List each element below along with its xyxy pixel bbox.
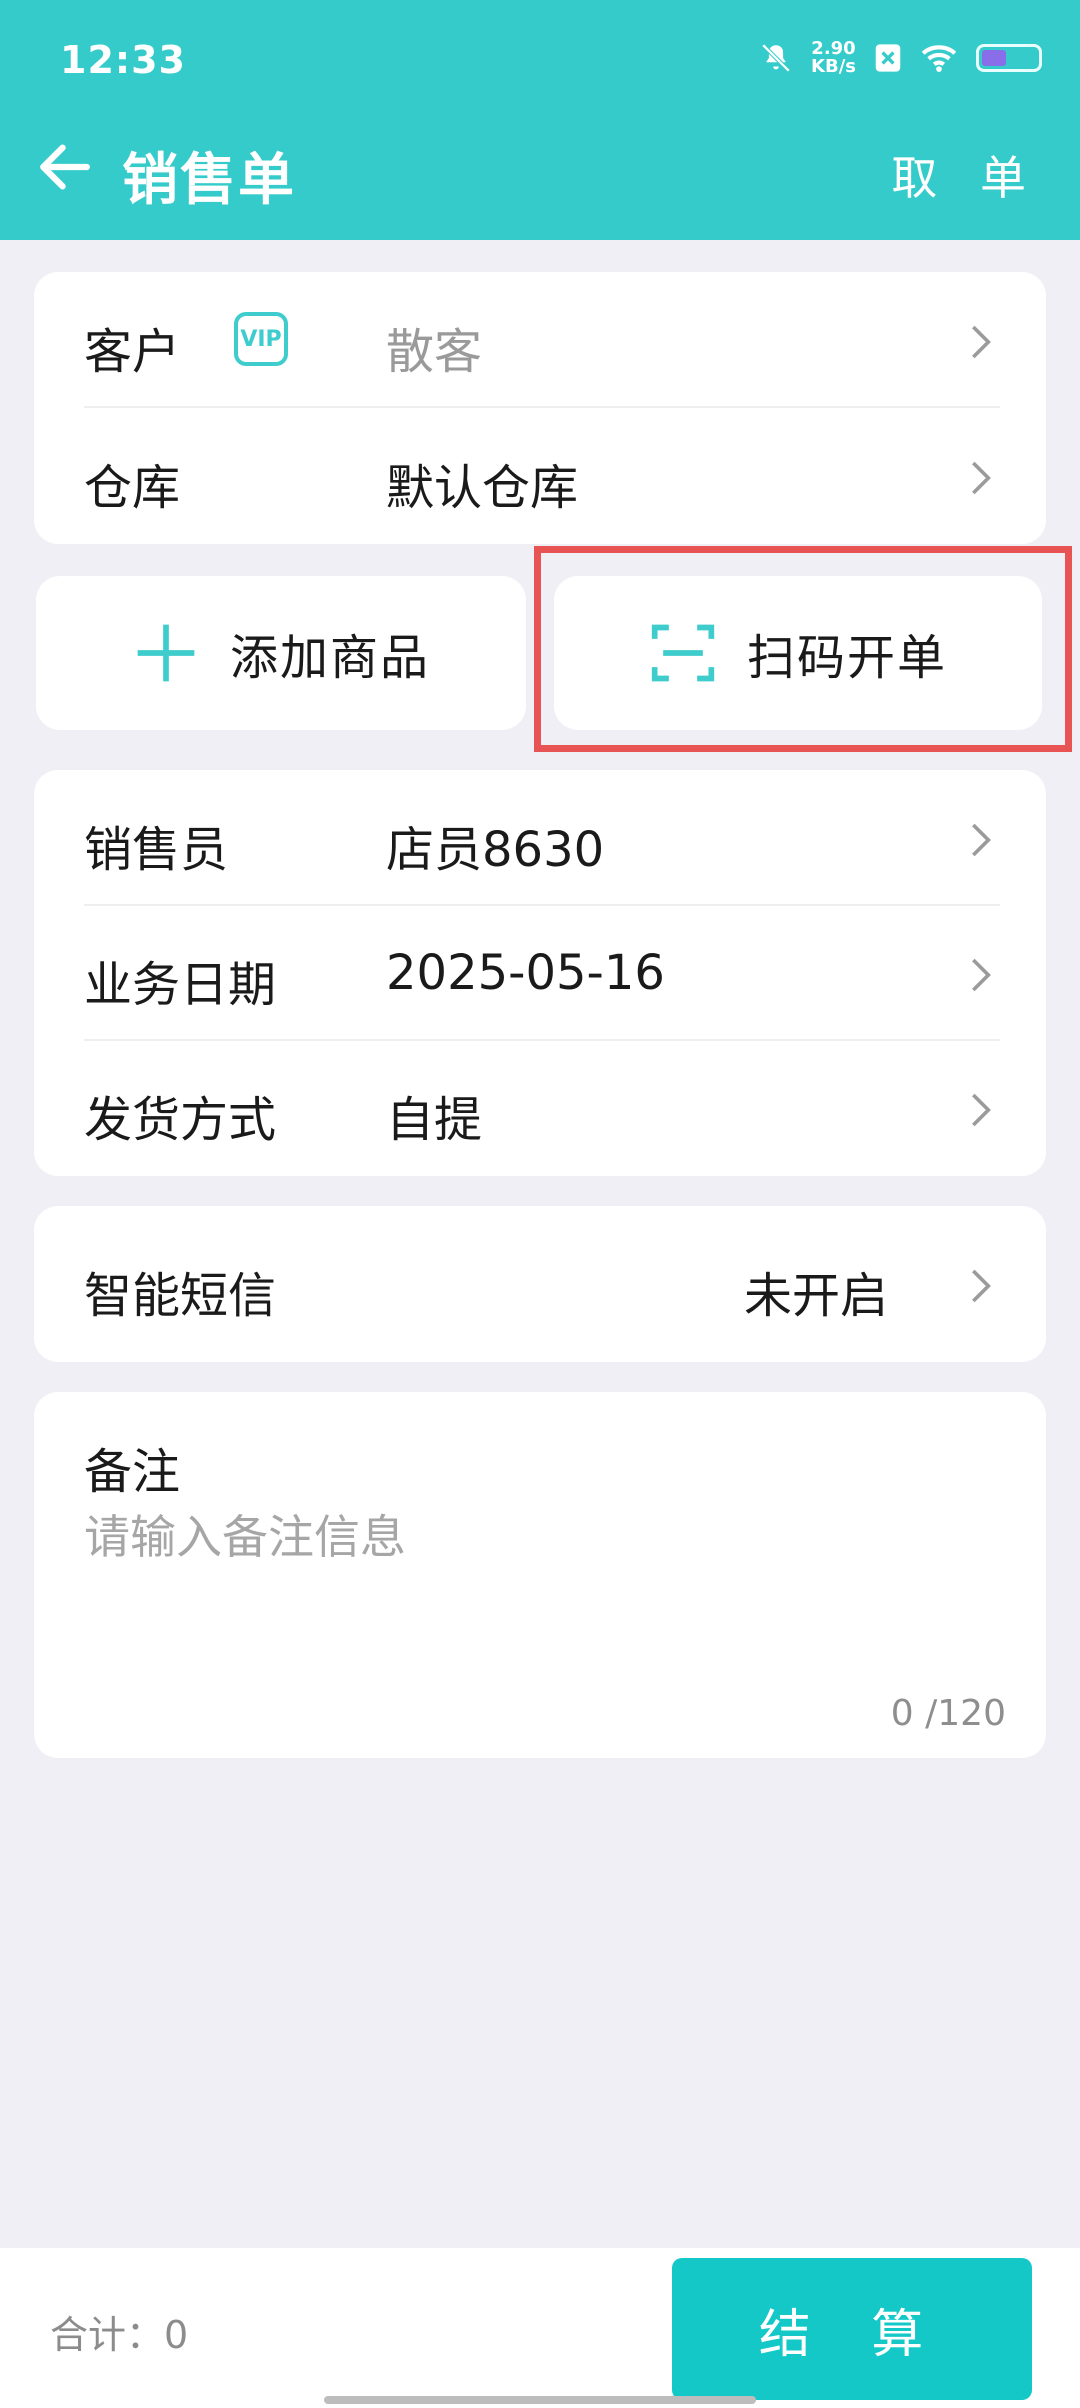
- battery-icon: [976, 44, 1042, 72]
- salesperson-label: 销售员: [84, 822, 229, 878]
- checkout-button[interactable]: 结 算: [672, 2258, 1032, 2400]
- chevron-right-icon: [972, 958, 991, 992]
- customer-label: 客户: [84, 324, 181, 380]
- status-icons: 2.90 KB/s: [759, 40, 1042, 76]
- date-value: 2025-05-16: [386, 945, 665, 1001]
- shipping-value: 自提: [386, 1092, 483, 1148]
- vip-icon[interactable]: VIP: [234, 312, 288, 366]
- shipping-row[interactable]: 发货方式 自提: [84, 1040, 1000, 1174]
- customer-row[interactable]: 客户 VIP 散客: [84, 272, 1000, 408]
- chevron-right-icon: [972, 325, 991, 359]
- sms-card[interactable]: 智能短信 未开启: [34, 1206, 1046, 1362]
- date-row[interactable]: 业务日期 2025-05-16: [84, 905, 1000, 1041]
- sms-label: 智能短信: [84, 1268, 277, 1324]
- cancel-order-button[interactable]: 取 单: [891, 142, 1040, 208]
- back-arrow-icon[interactable]: [36, 138, 94, 196]
- customer-value: 散客: [386, 324, 483, 380]
- highlight-box: [534, 546, 1072, 752]
- status-time: 12:33: [60, 38, 186, 82]
- remark-label: 备注: [84, 1444, 181, 1500]
- remark-card: 备注 0 /120: [34, 1392, 1046, 1758]
- chevron-right-icon: [972, 1269, 991, 1303]
- salesperson-row[interactable]: 销售员 店员8630: [84, 770, 1000, 906]
- net-speed: 2.90 KB/s: [811, 38, 856, 77]
- plus-icon: [137, 624, 195, 682]
- total-amount: 合计：0: [50, 2313, 189, 2357]
- app-header: 12:33 2.90 KB/s 销售单 取 单: [0, 0, 1080, 240]
- customer-card: 客户 VIP 散客 仓库 默认仓库: [34, 272, 1046, 544]
- warehouse-row[interactable]: 仓库 默认仓库: [84, 408, 1000, 542]
- sales-info-card: 销售员 店员8630 业务日期 2025-05-16 发货方式 自提: [34, 770, 1046, 1176]
- shipping-label: 发货方式: [84, 1092, 277, 1148]
- add-product-button[interactable]: 添加商品: [36, 576, 526, 730]
- bottom-bar: 合计：0 结 算: [0, 2248, 1080, 2408]
- chevron-right-icon: [972, 823, 991, 857]
- char-counter: 0 /120: [890, 1693, 1006, 1734]
- date-label: 业务日期: [84, 957, 277, 1013]
- page-title: 销售单: [122, 148, 296, 213]
- remark-input[interactable]: [84, 1510, 984, 1564]
- mute-bell-icon: [761, 43, 791, 73]
- chevron-right-icon: [972, 461, 991, 495]
- warehouse-value: 默认仓库: [386, 460, 579, 516]
- salesperson-value: 店员8630: [386, 822, 605, 878]
- sim-x-icon: [875, 44, 901, 72]
- wifi-icon: [921, 45, 957, 72]
- chevron-right-icon: [972, 1093, 991, 1127]
- warehouse-label: 仓库: [84, 460, 181, 516]
- home-indicator[interactable]: [324, 2396, 756, 2404]
- sms-value: 未开启: [743, 1268, 888, 1324]
- add-product-label: 添加商品: [229, 630, 430, 686]
- sms-row[interactable]: 智能短信 未开启: [84, 1216, 1000, 1350]
